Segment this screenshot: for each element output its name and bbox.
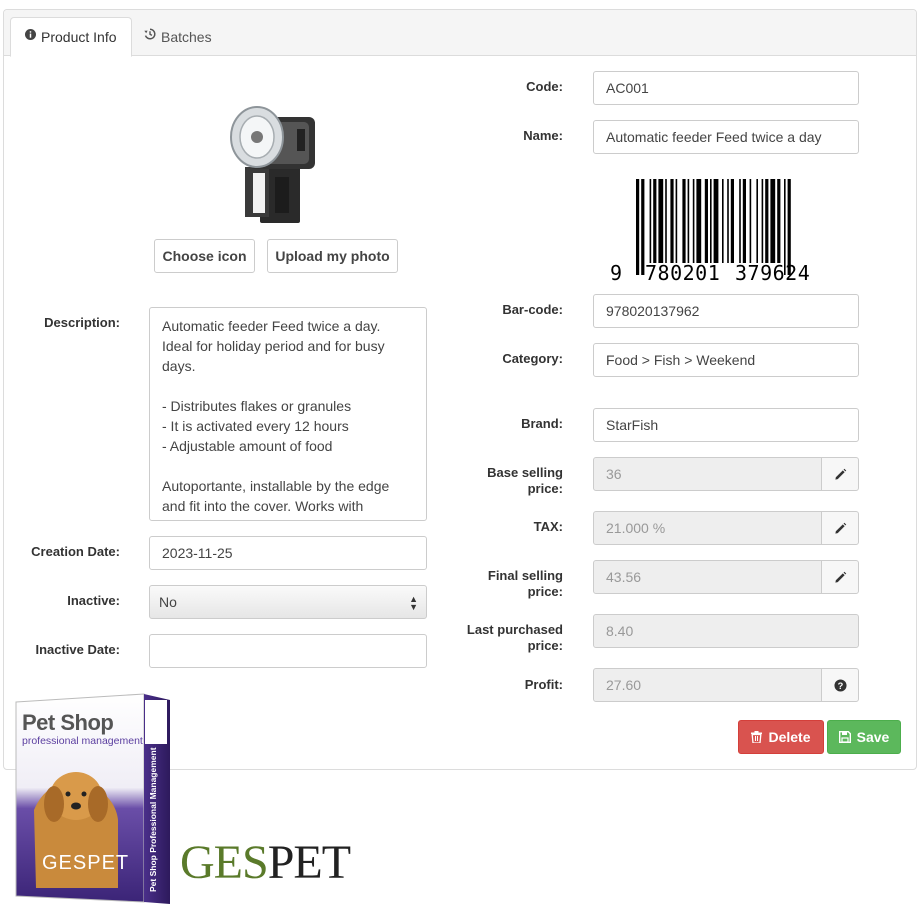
barcode-right-group: 379624	[735, 261, 811, 285]
inactive-label: Inactive:	[67, 593, 120, 608]
last-purchased-input: 8.40	[593, 614, 859, 648]
choose-icon-button[interactable]: Choose icon	[154, 239, 255, 273]
tax-input: 21.000 %	[593, 511, 822, 545]
barcode-label: Bar-code:	[502, 302, 563, 317]
description-textarea[interactable]: Automatic feeder Feed twice a day. Ideal…	[149, 307, 427, 521]
barcode-image: 9 780201 379624	[608, 177, 830, 285]
barcode-input[interactable]: 978020137962	[593, 294, 859, 328]
last-purchased-label-line1: Last purchased	[466, 622, 563, 637]
profit-input: 27.60	[593, 668, 822, 702]
product-photo	[205, 77, 335, 230]
tab-bar: Product Info Batches	[4, 10, 916, 57]
tab-label: Product Info	[41, 29, 117, 45]
category-input[interactable]: Food > Fish > Weekend	[593, 343, 859, 377]
gespet-logo: GESPET	[180, 836, 351, 889]
box-logo: GESPET	[42, 852, 130, 874]
final-price-label-line2: price:	[527, 584, 563, 599]
pencil-icon	[834, 522, 846, 534]
product-box-image: Pet Shop professional management Pet Sho…	[14, 692, 172, 906]
creation-date-label: Creation Date:	[31, 544, 120, 559]
delete-button[interactable]: Delete	[738, 720, 824, 754]
gespet-logo-pet: PET	[267, 836, 351, 889]
final-price-label-line1: Final selling	[487, 568, 563, 583]
trash-icon	[751, 731, 763, 743]
name-input[interactable]: Automatic feeder Feed twice a day	[593, 120, 859, 154]
inactive-select[interactable]: No ▲ ▼	[149, 585, 427, 619]
base-price-label-line2: price:	[527, 481, 563, 496]
question-circle-icon: ?	[833, 678, 847, 692]
final-price-input: 43.56	[593, 560, 822, 594]
inactive-date-input[interactable]	[149, 634, 427, 668]
box-subtitle: professional management	[22, 735, 143, 747]
description-label: Description:	[44, 315, 120, 330]
base-price-label-line1: Base selling	[487, 465, 563, 480]
profit-label: Profit:	[524, 677, 563, 692]
upload-photo-label: Upload my photo	[275, 248, 390, 264]
save-button[interactable]: Save	[827, 720, 901, 754]
name-label: Name:	[523, 128, 563, 143]
inactive-selected-value: No	[159, 594, 177, 610]
pencil-icon	[834, 468, 846, 480]
edit-final-price-button[interactable]	[821, 560, 859, 594]
tab-label: Batches	[161, 29, 212, 45]
upload-photo-button[interactable]: Upload my photo	[267, 239, 398, 273]
info-circle-icon	[25, 18, 36, 56]
inactive-date-label: Inactive Date:	[35, 642, 120, 657]
choose-icon-label: Choose icon	[162, 248, 247, 264]
edit-tax-button[interactable]	[821, 511, 859, 545]
select-arrows-icon: ▲ ▼	[409, 594, 418, 612]
creation-date-input[interactable]: 2023-11-25	[149, 536, 427, 570]
history-icon	[144, 18, 156, 56]
code-input[interactable]: AC001	[593, 71, 859, 105]
tax-label: TAX:	[533, 519, 563, 534]
svg-text:?: ?	[837, 680, 843, 690]
barcode-first-digit: 9	[610, 261, 623, 285]
tab-batches[interactable]: Batches	[130, 17, 226, 57]
base-price-input: 36	[593, 457, 822, 491]
box-side-text: Pet Shop Professional Management	[148, 747, 158, 892]
edit-base-price-button[interactable]	[821, 457, 859, 491]
code-label: Code:	[526, 79, 563, 94]
tab-product-info[interactable]: Product Info	[10, 17, 132, 57]
delete-label: Delete	[768, 729, 811, 745]
base-price-label: Base selling price:	[440, 465, 563, 497]
final-price-label: Final selling price:	[440, 568, 563, 600]
box-title: Pet Shop	[22, 710, 114, 735]
last-purchased-label-line2: price:	[527, 638, 563, 653]
last-purchased-label: Last purchased price:	[430, 622, 563, 654]
barcode-left-group: 780201	[645, 261, 721, 285]
category-label: Category:	[502, 351, 563, 366]
pencil-icon	[834, 571, 846, 583]
save-label: Save	[856, 729, 890, 745]
floppy-disk-icon	[838, 731, 851, 743]
brand-label: Brand:	[521, 416, 563, 431]
brand-input[interactable]: StarFish	[593, 408, 859, 442]
profit-help-button[interactable]: ?	[821, 668, 859, 702]
gespet-logo-ges: GES	[180, 836, 269, 889]
